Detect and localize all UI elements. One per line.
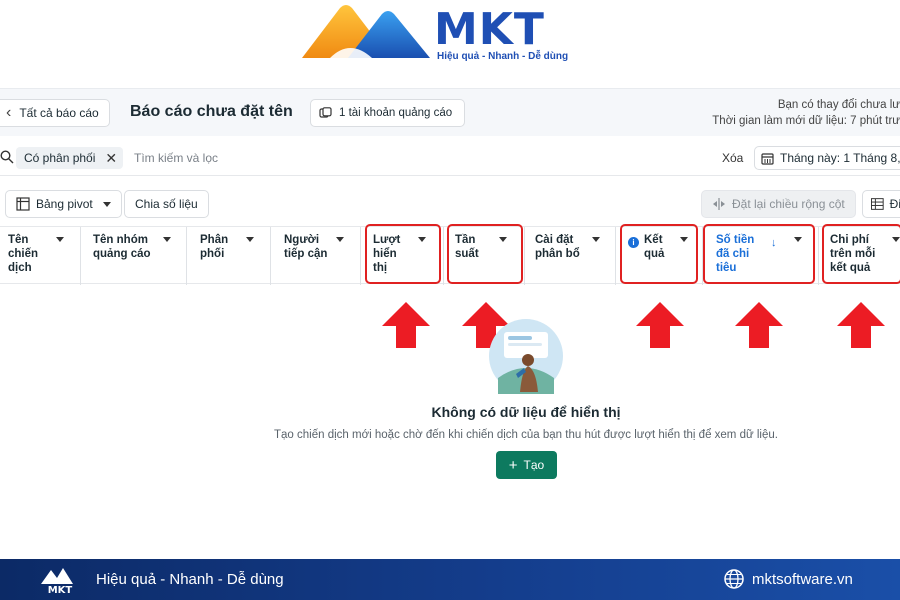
column-header-reach[interactable]: Người tiếp cận bbox=[284, 233, 356, 261]
report-header: ‹ Tất cả báo cáo Báo cáo chưa đặt tên 1 … bbox=[0, 88, 900, 136]
date-range-label: Tháng này: 1 Tháng 8, 2 bbox=[780, 151, 900, 165]
column-label: Tên bbox=[8, 234, 29, 246]
filter-chip-label: Có phân phối bbox=[24, 151, 96, 165]
column-label: dịch bbox=[8, 262, 32, 274]
column-label: Người bbox=[284, 234, 320, 246]
footer-logo-text: MKT bbox=[48, 585, 73, 596]
column-header-adset-name[interactable]: Tên nhóm quảng cáo bbox=[93, 233, 183, 261]
plus-icon: + bbox=[508, 456, 518, 474]
close-icon[interactable]: ✕ bbox=[105, 150, 117, 167]
date-range-button[interactable]: Tháng này: 1 Tháng 8, 2 bbox=[754, 146, 900, 170]
column-divider[interactable] bbox=[443, 227, 444, 285]
column-header-attribution-setting[interactable]: Cài đặt phân bổ bbox=[535, 233, 611, 261]
create-label: Tạo bbox=[523, 458, 545, 472]
highlight-box-cost-per-result bbox=[822, 224, 900, 284]
reset-column-width-button[interactable]: Đặt lại chiều rộng cột bbox=[701, 190, 856, 218]
column-divider[interactable] bbox=[186, 227, 187, 285]
reset-column-width-label: Đặt lại chiều rộng cột bbox=[732, 197, 845, 211]
more-options-label: Đi bbox=[889, 197, 900, 211]
chevron-down-icon[interactable] bbox=[336, 237, 344, 242]
highlight-box-results bbox=[620, 224, 698, 284]
ad-accounts-label: 1 tài khoản quảng cáo bbox=[339, 107, 453, 119]
breakdown-button[interactable]: Chia số liệu bbox=[124, 190, 209, 218]
calendar-icon bbox=[761, 152, 774, 165]
highlight-box-impressions bbox=[365, 224, 441, 284]
red-arrow-up-icon bbox=[636, 302, 684, 348]
footer-slogan: Hiệu quả - Nhanh - Dễ dùng bbox=[96, 571, 284, 588]
red-arrow-up-icon bbox=[735, 302, 783, 348]
column-label: tiếp cận bbox=[284, 248, 328, 260]
column-label: phối bbox=[200, 248, 225, 260]
highlight-box-amount-spent bbox=[703, 224, 815, 284]
accounts-icon bbox=[319, 107, 332, 118]
table-icon bbox=[871, 198, 884, 210]
column-label: quảng cáo bbox=[93, 248, 151, 260]
empty-state-illustration-icon bbox=[489, 319, 563, 394]
ad-accounts-button[interactable]: 1 tài khoản quảng cáo bbox=[310, 99, 466, 127]
brand-tagline: Hiệu quả - Nhanh - Dễ dùng bbox=[437, 51, 569, 62]
search-input[interactable] bbox=[134, 148, 434, 168]
chevron-left-icon: ‹ bbox=[6, 104, 12, 121]
column-divider[interactable] bbox=[615, 227, 616, 285]
unsaved-notice: Bạn có thay đổi chưa lư Thời gian làm mớ… bbox=[712, 97, 900, 129]
all-reports-button[interactable]: ‹ Tất cả báo cáo bbox=[0, 99, 110, 127]
column-label: phân bổ bbox=[535, 248, 580, 260]
brand-wordmark: MKT bbox=[434, 4, 545, 55]
chevron-down-icon[interactable] bbox=[246, 237, 254, 242]
globe-icon bbox=[724, 569, 744, 589]
chevron-down-icon bbox=[102, 201, 111, 207]
empty-state-subtitle: Tạo chiến dịch mới hoặc chờ đến khi chiế… bbox=[274, 429, 778, 441]
search-icon[interactable] bbox=[0, 150, 14, 164]
highlight-box-frequency bbox=[447, 224, 523, 284]
brand-logo: MKT Hiệu quả - Nhanh - Dễ dùng bbox=[300, 2, 600, 64]
pivot-icon bbox=[16, 197, 30, 211]
create-button[interactable]: + Tạo bbox=[496, 451, 557, 479]
column-header-campaign-name[interactable]: Tên chiến dịch bbox=[8, 233, 78, 275]
page-title[interactable]: Báo cáo chưa đặt tên bbox=[130, 103, 293, 121]
clear-filters-link[interactable]: Xóa bbox=[722, 151, 743, 165]
chevron-down-icon[interactable] bbox=[592, 237, 600, 242]
column-label: Phân bbox=[200, 234, 229, 246]
brand-mark-icon bbox=[302, 5, 430, 58]
more-options-button[interactable]: Đi bbox=[862, 190, 900, 218]
column-divider[interactable] bbox=[524, 227, 525, 285]
red-arrow-up-icon bbox=[837, 302, 885, 348]
column-label: chiến bbox=[8, 248, 39, 260]
refresh-time-text: Thời gian làm mới dữ liệu: 7 phút trư bbox=[712, 115, 900, 127]
footer-banner: MKT Hiệu quả - Nhanh - Dễ dùng mktsoftwa… bbox=[0, 559, 900, 600]
column-divider[interactable] bbox=[360, 227, 361, 285]
column-width-icon bbox=[713, 198, 725, 210]
unsaved-changes-text: Bạn có thay đổi chưa lư bbox=[777, 99, 900, 111]
pivot-table-label: Bảng pivot bbox=[36, 197, 93, 211]
table-header: Tên chiến dịch Tên nhóm quảng cáo Phân p… bbox=[0, 224, 900, 285]
column-divider[interactable] bbox=[818, 227, 819, 285]
column-header-delivery[interactable]: Phân phối bbox=[200, 233, 266, 261]
chevron-down-icon[interactable] bbox=[56, 237, 64, 242]
breakdown-label: Chia số liệu bbox=[135, 197, 198, 211]
column-divider[interactable] bbox=[270, 227, 271, 285]
footer-logo-icon: MKT bbox=[41, 568, 73, 596]
column-divider[interactable] bbox=[80, 227, 81, 285]
chevron-down-icon[interactable] bbox=[163, 237, 171, 242]
all-reports-label: Tất cả báo cáo bbox=[19, 106, 99, 120]
filter-chip-delivery[interactable]: Có phân phối ✕ bbox=[16, 147, 124, 169]
footer-website-link[interactable]: mktsoftware.vn bbox=[752, 571, 853, 588]
filter-bar: Có phân phối ✕ Xóa Tháng này: 1 Tháng 8,… bbox=[0, 140, 900, 176]
red-arrow-up-icon bbox=[382, 302, 430, 348]
pivot-table-button[interactable]: Bảng pivot bbox=[5, 190, 122, 218]
empty-state-title: Không có dữ liệu để hiển thị bbox=[431, 404, 621, 420]
